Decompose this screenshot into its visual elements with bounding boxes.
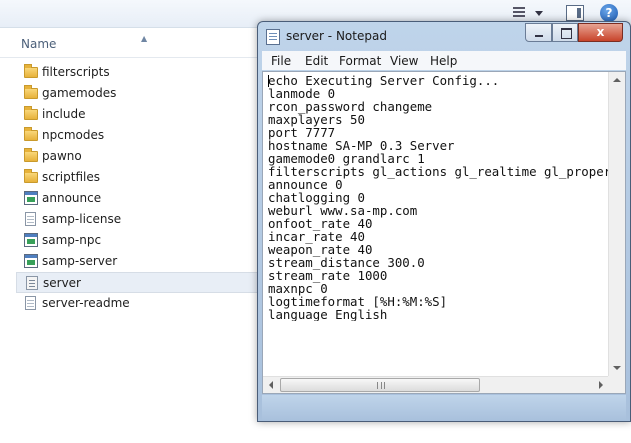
file-name-label: scriptfiles [42,170,100,184]
application-icon [24,254,38,268]
menu-view[interactable]: View [390,54,418,68]
file-name-label: server [43,276,81,290]
notepad-window[interactable]: server - Notepad x File Edit Format View… [257,21,631,422]
file-name-label: samp-npc [42,233,102,247]
file-name-label: filterscripts [42,65,110,79]
file-name-label: server-readme [42,296,130,310]
view-options-dropdown-icon[interactable] [534,5,544,21]
change-view-icon[interactable] [510,5,528,21]
text-caret [268,75,269,87]
file-name-label: include [42,107,86,121]
file-name-label: samp-license [42,212,122,226]
horizontal-scroll-thumb[interactable] [280,378,480,392]
notepad-bottom-frame [262,395,626,421]
sort-ascending-icon: ▲ [141,34,148,43]
menu-file[interactable]: File [271,54,291,68]
text-line: language English [268,307,388,321]
file-name-label: npcmodes [42,128,105,142]
help-icon[interactable]: ? [600,4,618,22]
folder-icon [24,169,38,183]
file-name-label: samp-server [42,254,118,268]
file-name-label: gamemodes [42,86,117,100]
folder-icon [24,148,38,162]
application-icon [24,191,38,205]
folder-icon [24,64,38,78]
window-title: server - Notepad [286,29,387,43]
menu-format[interactable]: Format [339,54,381,68]
vertical-scrollbar[interactable] [608,72,625,377]
scroll-left-button[interactable] [263,377,280,393]
horizontal-scrollbar[interactable] [263,376,609,393]
scroll-right-button[interactable] [592,377,609,393]
scroll-down-button[interactable] [609,360,625,377]
maximize-button[interactable] [552,23,578,42]
file-name-label: announce [42,191,102,205]
menu-bar: File Edit Format View Help [262,51,626,70]
folder-icon [24,106,38,120]
scrollbar-corner [608,376,625,393]
text-document-icon [25,212,36,226]
name-column-header[interactable]: Name [21,37,56,51]
grip-icon [377,382,385,389]
folder-icon [24,85,38,99]
menu-edit[interactable]: Edit [305,54,328,68]
text-document-icon [25,296,36,310]
notepad-titlebar[interactable]: server - Notepad x [258,22,630,51]
notepad-app-icon[interactable] [266,29,280,45]
minimize-button[interactable] [525,23,552,42]
menu-help[interactable]: Help [430,54,457,68]
file-name-label: pawno [42,149,82,163]
close-button[interactable]: x [578,23,623,42]
scroll-up-button[interactable] [609,72,625,89]
text-editor-area[interactable]: echo Executing Server Config... lanmode 0… [262,71,626,394]
editor-content[interactable]: echo Executing Server Config... lanmode 0… [268,74,608,321]
folder-icon [24,127,38,141]
preview-pane-icon[interactable] [566,5,584,21]
config-document-icon [26,276,38,290]
application-icon [24,233,38,247]
